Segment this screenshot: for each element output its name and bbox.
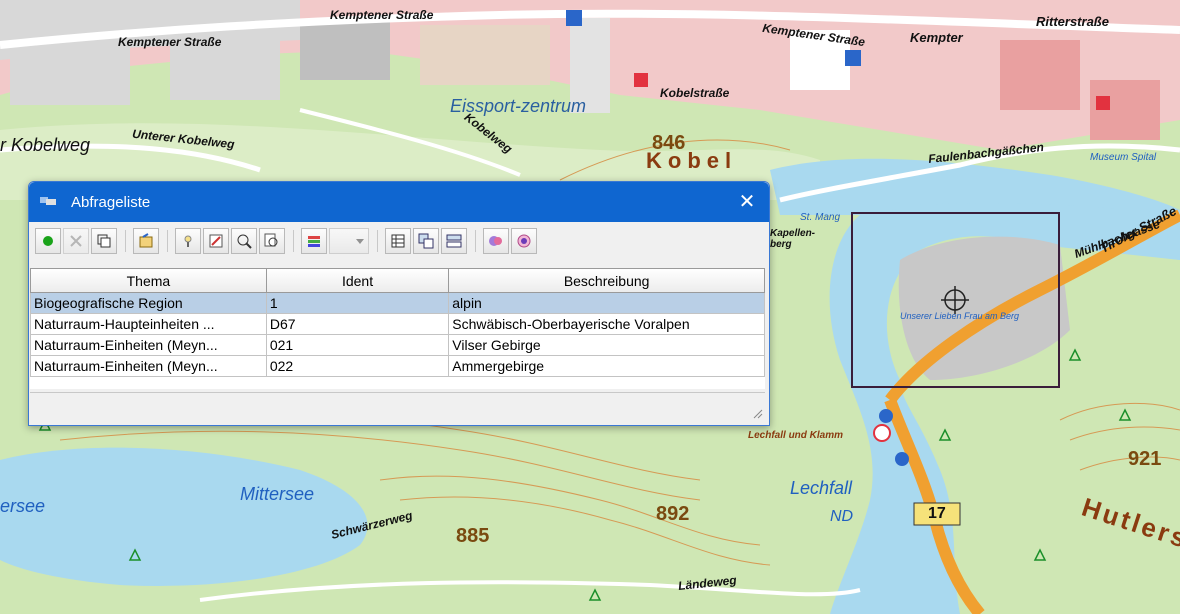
activate-icon[interactable] xyxy=(35,228,61,254)
place-label: Mittersee xyxy=(240,484,315,504)
copy-table-icon[interactable] xyxy=(413,228,439,254)
height-label: 892 xyxy=(656,503,690,525)
toolbar xyxy=(33,226,763,256)
zoom-extent-icon[interactable] xyxy=(259,228,285,254)
cell-beschreibung[interactable]: Vilser Gebirge xyxy=(448,334,765,356)
layer-dropdown-icon[interactable] xyxy=(329,228,369,254)
height-label: 885 xyxy=(456,525,490,547)
cell-thema[interactable]: Naturraum-Einheiten (Meyn... xyxy=(30,334,267,356)
highlight-icon[interactable] xyxy=(483,228,509,254)
compare-icon[interactable] xyxy=(441,228,467,254)
place-label: Unserer Lieben Frau am Berg xyxy=(900,311,1020,321)
table-header: Thema Ident Beschreibung xyxy=(30,269,765,293)
query-list-dialog[interactable]: Abfrageliste ✕ Thema Ident Beschreibung … xyxy=(28,181,770,426)
copy-frame-icon[interactable] xyxy=(91,228,117,254)
cell-ident[interactable]: D67 xyxy=(265,313,450,335)
app-icon xyxy=(40,197,56,205)
info-icon[interactable] xyxy=(175,228,201,254)
street-label: Kempter xyxy=(910,30,963,45)
column-header-beschreibung[interactable]: Beschreibung xyxy=(448,269,765,293)
toolbar-separator xyxy=(293,230,294,252)
height-label: 921 xyxy=(1128,448,1162,470)
cell-thema[interactable]: Naturraum-Einheiten (Meyn... xyxy=(30,355,267,377)
street-label: Kemptener Straße xyxy=(118,35,222,49)
height-label: 846 xyxy=(652,132,686,154)
toolbar-separator xyxy=(125,230,126,252)
table-row[interactable]: Naturraum-Haupteinheiten ... D67 Schwäbi… xyxy=(30,313,765,335)
export-icon[interactable] xyxy=(133,228,159,254)
street-label: Kobelstraße xyxy=(660,86,730,100)
dialog-title: Abfrageliste xyxy=(71,194,151,211)
cell-beschreibung[interactable]: alpin xyxy=(448,292,765,314)
cell-beschreibung[interactable]: Schwäbisch-Oberbayerische Voralpen xyxy=(448,313,765,335)
delete-icon[interactable] xyxy=(63,228,89,254)
toolbar-separator xyxy=(167,230,168,252)
edit-query-icon[interactable] xyxy=(203,228,229,254)
place-label: St. Mang xyxy=(800,212,841,223)
place-label: Kapellen-berg xyxy=(770,228,816,250)
place-label: ersee xyxy=(0,496,46,516)
status-bar xyxy=(30,392,765,421)
table-row[interactable]: Naturraum-Einheiten (Meyn... 022 Ammerge… xyxy=(30,355,765,377)
dialog-titlebar[interactable]: Abfrageliste ✕ xyxy=(29,182,769,222)
place-label: Lechfall xyxy=(790,478,853,498)
table-row[interactable]: Naturraum-Einheiten (Meyn... 021 Vilser … xyxy=(30,334,765,356)
table-row[interactable]: Biogeografische Region 1 alpin xyxy=(30,292,765,314)
place-label: Eissport-zentrum xyxy=(450,96,587,116)
column-header-ident[interactable]: Ident xyxy=(265,269,450,293)
cell-thema[interactable]: Biogeografische Region xyxy=(30,292,267,314)
street-label: r Kobelweg xyxy=(0,135,91,155)
cell-beschreibung[interactable]: Ammergebirge xyxy=(448,355,765,377)
toolbar-separator xyxy=(475,230,476,252)
layers-icon[interactable] xyxy=(301,228,327,254)
road-number: 17 xyxy=(928,505,946,522)
street-label: Ritterstraße xyxy=(1036,14,1109,29)
cell-ident[interactable]: 021 xyxy=(265,334,450,356)
close-icon[interactable]: ✕ xyxy=(733,188,761,216)
place-label: Lechfall und Klamm xyxy=(748,430,844,441)
results-table[interactable]: Thema Ident Beschreibung Biogeografische… xyxy=(30,268,765,389)
place-label: Museum Spital xyxy=(1090,152,1157,163)
cell-ident[interactable]: 1 xyxy=(265,292,450,314)
table-icon[interactable] xyxy=(385,228,411,254)
place-label: ND xyxy=(830,508,854,525)
column-header-thema[interactable]: Thema xyxy=(30,269,267,293)
cell-thema[interactable]: Naturraum-Haupteinheiten ... xyxy=(30,313,267,335)
zoom-to-icon[interactable] xyxy=(231,228,257,254)
street-label: Kemptener Straße xyxy=(330,8,434,22)
resize-grip-icon[interactable] xyxy=(751,407,763,419)
toolbar-separator xyxy=(377,230,378,252)
cell-ident[interactable]: 022 xyxy=(265,355,450,377)
select-shape-icon[interactable] xyxy=(511,228,537,254)
